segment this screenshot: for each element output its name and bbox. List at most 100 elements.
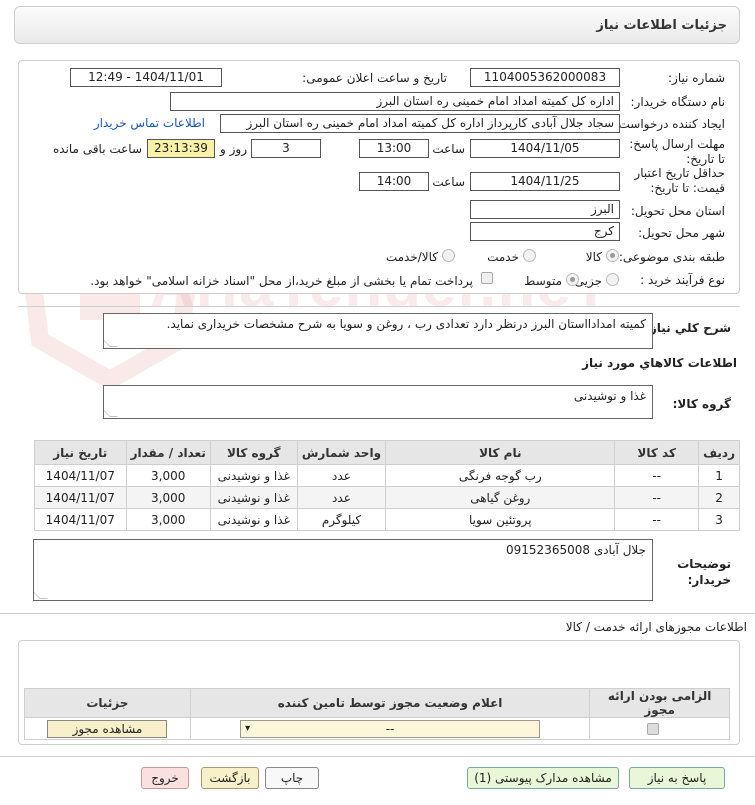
reply-date-field: 1404/11/05 xyxy=(470,139,620,158)
permit-status-select[interactable]: -- ▾ xyxy=(240,719,541,738)
summary-label: شرح کلي نياز: xyxy=(645,321,731,335)
resize-grip-icon[interactable] xyxy=(104,339,118,347)
category-option-service: خدمت xyxy=(487,250,519,264)
col-details: جزئیات xyxy=(24,688,191,718)
resize-grip-icon[interactable] xyxy=(34,591,48,599)
remaining-time-field: 23:13:39 xyxy=(147,139,215,158)
buyer-notes-label: توضیحات خریدار: xyxy=(677,557,731,587)
process-option-medium: متوسط xyxy=(524,274,562,288)
table-row: -- ▾ مشاهده مجوز xyxy=(24,717,730,740)
validity-time-label: ساعت xyxy=(432,175,465,189)
announce-field: 1404/11/01 - 12:49 xyxy=(70,68,222,87)
table-row: 3 -- پروتئین سویا کیلوگرم غذا و نوشیدنی … xyxy=(34,508,740,531)
city-label: شهر محل تحویل: xyxy=(638,226,725,240)
need-number-field: 1104005362000083 xyxy=(470,68,620,87)
cell: غذا و نوشیدنی xyxy=(209,464,298,487)
announce-label: تاریخ و ساعت اعلان عمومی: xyxy=(302,71,447,85)
reply-time-label: ساعت xyxy=(432,142,465,156)
cell: 3,000 xyxy=(125,486,211,509)
cell: 2 xyxy=(698,486,740,509)
goods-group-text: غذا و نوشیدنی xyxy=(573,389,646,403)
category-label: طبقه بندی موضوعی: xyxy=(618,250,725,264)
buyer-contact-link[interactable]: اطلاعات تماس خریدار xyxy=(94,116,205,130)
cell: 1 xyxy=(698,464,740,487)
view-permit-button[interactable]: مشاهده مجوز xyxy=(47,719,168,738)
cell: -- xyxy=(614,464,700,487)
cell: 3 xyxy=(698,508,740,531)
goods-group-label: گروه کالا: xyxy=(672,397,731,411)
col-status: اعلام وضعیت مجوز توسط تامین کننده xyxy=(189,688,591,718)
print-button[interactable]: چاپ xyxy=(265,767,319,789)
col-group: گروه کالا xyxy=(209,440,298,465)
status-cell: -- ▾ xyxy=(189,717,591,740)
cell: -- xyxy=(614,508,700,531)
cell: روغن گیاهی xyxy=(385,486,616,509)
summary-text: کمیته امدادااستان البرز درنظر دارد تعداد… xyxy=(166,317,646,331)
cell: 3,000 xyxy=(125,464,211,487)
province-field: البرز xyxy=(470,200,620,219)
need-number-label: شماره نیاز: xyxy=(668,71,725,85)
resize-grip-icon[interactable] xyxy=(104,409,118,417)
goods-group-textarea[interactable]: غذا و نوشیدنی xyxy=(103,385,653,419)
goods-section-title: اطلاعات کالاهاي مورد نياز xyxy=(582,356,737,370)
goods-table: ردیف کد کالا نام کالا واحد شمارش گروه کا… xyxy=(34,440,740,531)
permits-table-header: الزامی بودن ارائه مجوز اعلام وضعیت مجوز … xyxy=(24,688,730,718)
summary-textarea[interactable]: کمیته امدادااستان البرز درنظر دارد تعداد… xyxy=(103,313,653,349)
cell: پروتئین سویا xyxy=(385,508,616,531)
permits-table: الزامی بودن ارائه مجوز اعلام وضعیت مجوز … xyxy=(24,688,730,740)
buyer-notes-textarea[interactable]: جلال آبادی 09152365008 xyxy=(33,539,653,601)
validity-time-field: 14:00 xyxy=(359,172,429,191)
cell: کیلوگرم xyxy=(296,508,387,531)
creator-field: سجاد جلال آبادی کارپرداز اداره کل کمیته … xyxy=(220,114,620,133)
cell: غذا و نوشیدنی xyxy=(209,508,298,531)
permits-section-title: اطلاعات مجوزهای ارائه خدمت / کالا xyxy=(565,620,747,634)
page-header: جزئیات اطلاعات نیاز xyxy=(14,6,740,44)
process-radio-minor[interactable] xyxy=(606,273,619,286)
cell: 1404/11/07 xyxy=(34,464,127,487)
cell: غذا و نوشیدنی xyxy=(209,486,298,509)
attachments-button[interactable]: مشاهده مدارک پیوستی (1) xyxy=(467,767,619,789)
cell: عدد xyxy=(296,464,387,487)
cell: عدد xyxy=(296,486,387,509)
reply-button[interactable]: پاسخ به نیاز xyxy=(629,767,725,789)
validity-date-field: 1404/11/25 xyxy=(470,172,620,191)
days-field: 3 xyxy=(251,139,321,158)
chevron-down-icon: ▾ xyxy=(245,722,251,734)
cell: -- xyxy=(614,486,700,509)
goods-table-header: ردیف کد کالا نام کالا واحد شمارش گروه کا… xyxy=(34,440,740,465)
permit-status-value: -- xyxy=(385,721,395,736)
category-radio-service[interactable] xyxy=(523,249,536,262)
cell: 1404/11/07 xyxy=(34,486,127,509)
validity-label: حداقل تاریخ اعتبار قیمت: تا تاریخ: xyxy=(634,166,725,195)
treasury-payment-checkbox[interactable] xyxy=(481,272,493,284)
table-row: 1 -- رب گوجه فرنگی عدد غذا و نوشیدنی 3,0… xyxy=(34,464,740,487)
exit-button[interactable]: خروج xyxy=(141,767,189,789)
buyer-notes-text: جلال آبادی 09152365008 xyxy=(506,543,646,557)
cell: 1404/11/07 xyxy=(34,508,127,531)
required-cell xyxy=(589,717,730,740)
reply-deadline-label: مهلت ارسال پاسخ: تا تاریخ: xyxy=(629,137,725,166)
back-button[interactable]: بازگشت xyxy=(201,767,259,789)
category-option-goods: کالا xyxy=(585,250,602,264)
category-radio-both[interactable] xyxy=(442,249,455,262)
creator-label: ایجاد کننده درخواست: xyxy=(614,117,725,131)
remaining-time-label: ساعت باقی مانده xyxy=(52,142,142,156)
cell: 3,000 xyxy=(125,508,211,531)
cell: رب گوجه فرنگی xyxy=(385,464,616,487)
details-cell: مشاهده مجوز xyxy=(24,717,191,740)
treasury-payment-note: پرداخت تمام یا بخشی از مبلغ خرید،از محل … xyxy=(90,274,473,288)
col-required: الزامی بودن ارائه مجوز xyxy=(589,688,730,718)
reply-time-field: 13:00 xyxy=(359,139,429,158)
category-option-both: کالا/خدمت xyxy=(385,250,438,264)
col-date: تاریخ نیاز xyxy=(34,440,127,465)
category-radio-goods[interactable] xyxy=(606,249,619,262)
required-checkbox xyxy=(647,723,659,735)
divider xyxy=(18,306,740,307)
col-code: کد کالا xyxy=(614,440,700,465)
table-row: 2 -- روغن گیاهی عدد غذا و نوشیدنی 3,000 … xyxy=(34,486,740,509)
buyer-org-label: نام دستگاه خریدار: xyxy=(630,95,726,109)
process-radio-medium[interactable] xyxy=(566,273,579,286)
col-unit: واحد شمارش xyxy=(296,440,387,465)
province-label: استان محل تحویل: xyxy=(630,204,725,218)
col-name: نام کالا xyxy=(385,440,616,465)
